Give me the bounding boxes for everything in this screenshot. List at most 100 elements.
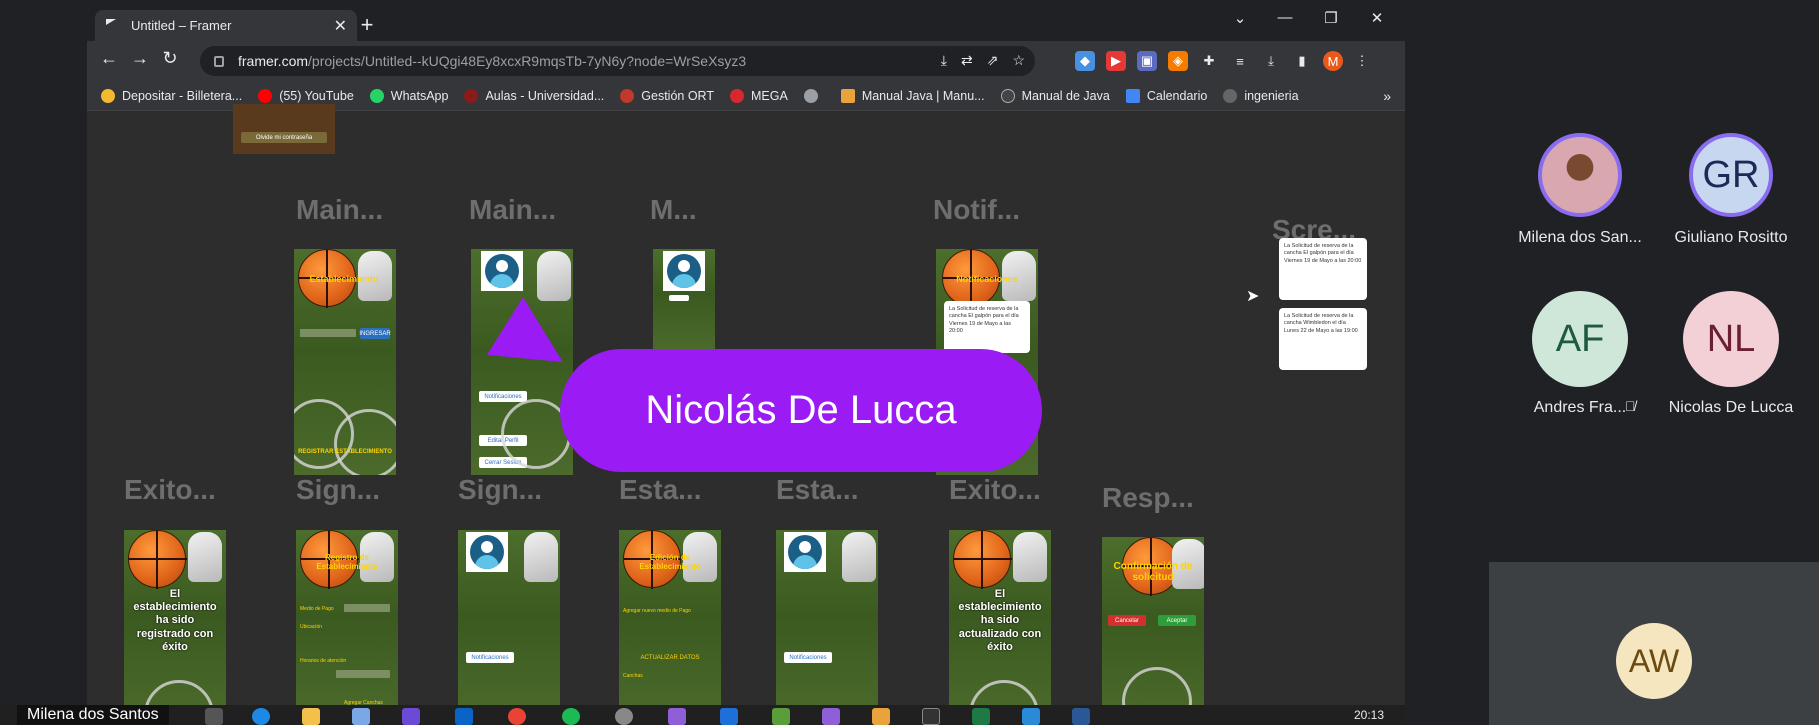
notificaciones-button[interactable]: Notificaciones xyxy=(466,652,514,663)
bookmark-item[interactable] xyxy=(803,88,825,103)
profile-avatar[interactable]: M xyxy=(1323,51,1343,71)
notification-card[interactable]: La Solicitud de reserva de la cancha El … xyxy=(1279,238,1367,300)
window-close-icon[interactable]: ✕ xyxy=(1357,9,1397,27)
screen-respuesta-solicitud[interactable]: Confirmación de solicitud Cancelar Acept… xyxy=(1102,537,1204,720)
install-icon[interactable]: ⤓ xyxy=(941,52,947,69)
ingresar-button[interactable]: INGRESAR xyxy=(359,328,391,339)
notification-card[interactable]: La Solicitud de reserva de la cancha El … xyxy=(944,301,1030,353)
new-tab-icon[interactable]: + xyxy=(355,12,379,38)
participant-tile[interactable]: Milena dos San... xyxy=(1515,133,1645,247)
visual-studio-icon[interactable] xyxy=(668,708,686,725)
spotify-icon[interactable] xyxy=(562,708,580,725)
word-icon[interactable] xyxy=(1072,708,1090,725)
store-icon[interactable] xyxy=(352,708,370,725)
task-view-icon[interactable] xyxy=(205,708,223,725)
frame-title[interactable]: Notif... xyxy=(933,194,1020,226)
participant-tile[interactable]: GR Giuliano Rositto xyxy=(1666,133,1796,247)
edge-icon[interactable] xyxy=(252,708,270,725)
visual-studio-2-icon[interactable] xyxy=(822,708,840,725)
bookmark-item[interactable]: WhatsApp xyxy=(369,88,449,103)
frame-title[interactable]: Main... xyxy=(469,194,556,226)
tab-framer[interactable]: Untitled – Framer ✕ xyxy=(95,10,357,41)
back-icon[interactable]: ← xyxy=(97,48,121,69)
participant-tile[interactable]: NL Nicolas De Lucca xyxy=(1666,291,1796,417)
screen-sign-profile[interactable]: Notificaciones Editar Perfil xyxy=(458,530,560,720)
restore-icon[interactable]: ❐ xyxy=(1311,9,1351,27)
screen-exito-registro[interactable]: El establecimiento ha sido registrado co… xyxy=(124,530,226,720)
medio-pago-select[interactable] xyxy=(344,604,390,612)
reload-icon[interactable]: ↻ xyxy=(158,48,182,69)
screen-esta-profile[interactable]: Notificaciones Editar Perfil xyxy=(776,530,878,720)
tab-search-icon[interactable]: ⌄ xyxy=(1220,9,1260,27)
frame-title[interactable]: Main... xyxy=(296,194,383,226)
screen-exito-actualizado[interactable]: El establecimiento ha sido actualizado c… xyxy=(949,530,1051,720)
translate-icon[interactable]: ⇄ xyxy=(961,52,973,69)
clock-app-icon[interactable] xyxy=(615,708,633,725)
vscode-icon[interactable] xyxy=(1022,708,1040,725)
frame-title[interactable]: Esta... xyxy=(776,474,858,506)
terminal-icon[interactable] xyxy=(922,708,940,725)
notificaciones-button[interactable]: Notificaciones xyxy=(784,652,832,663)
frame-title[interactable]: Resp... xyxy=(1102,482,1194,514)
bookmark-star-icon[interactable]: ☆ xyxy=(1012,52,1025,69)
teams-icon[interactable] xyxy=(402,708,420,725)
notif-heading: Notificaciones xyxy=(956,274,1018,284)
close-tab-icon[interactable]: ✕ xyxy=(334,16,347,36)
frame-title[interactable]: M... xyxy=(650,194,697,226)
bookmark-item[interactable]: ingenieria xyxy=(1223,88,1299,103)
chrome-icon[interactable] xyxy=(508,708,526,725)
bookmark-item[interactable]: Aulas - Universidad... xyxy=(464,88,604,103)
screen-main-3[interactable] xyxy=(653,249,715,349)
minimize-icon[interactable]: — xyxy=(1265,9,1305,26)
extension-shield-icon[interactable]: ◆ xyxy=(1075,51,1095,71)
cancelar-button[interactable]: Cancelar xyxy=(1108,615,1146,626)
extension-screen-icon[interactable]: ▣ xyxy=(1137,51,1157,71)
extension-metamask-icon[interactable]: ◈ xyxy=(1168,51,1188,71)
actualizar-datos-button[interactable]: ACTUALIZAR DATOS xyxy=(629,652,711,663)
screen-edicion-establecimiento[interactable]: Edición de Establecimiento Agregar nuevo… xyxy=(619,530,721,720)
extension-youtube-icon[interactable]: ▶ xyxy=(1106,51,1126,71)
screen-main-1[interactable]: Establecimiento INGRESAR REGISTRAR ESTAB… xyxy=(294,249,396,475)
bookmark-item[interactable]: (55) YouTube xyxy=(258,88,354,103)
file-explorer-icon[interactable] xyxy=(302,708,320,725)
bookmark-label: Calendario xyxy=(1146,88,1208,103)
address-bar[interactable]: framer.com /projects/Untitled--kUQgi48Ey… xyxy=(200,46,1035,76)
screen-heading: Establecimiento xyxy=(309,274,379,284)
notification-card[interactable]: La Solicitud de reserva de la cancha Wim… xyxy=(1279,308,1367,370)
frame-title[interactable]: Exito... xyxy=(124,474,216,506)
folder-app-icon[interactable] xyxy=(872,708,890,725)
participant-tile[interactable]: AF Andres Fra... 🎙̸ xyxy=(1515,291,1645,417)
notificaciones-button[interactable]: Notificaciones xyxy=(479,391,527,402)
extensions-puzzle-icon[interactable]: ✚ xyxy=(1199,51,1219,71)
media-control-icon[interactable]: ≡ xyxy=(1230,51,1250,71)
bookmark-item[interactable]: MEGA xyxy=(730,88,788,103)
app-icon[interactable] xyxy=(772,708,790,725)
bookmarks-overflow-icon[interactable]: » xyxy=(1383,88,1391,104)
forgot-password-button[interactable]: Olvide mi contraseña xyxy=(241,132,327,143)
forward-icon[interactable]: → xyxy=(128,48,152,69)
menu-kebab-icon[interactable]: ⋮ xyxy=(1352,51,1372,71)
frame-title[interactable]: Sign... xyxy=(296,474,380,506)
bookmark-item[interactable]: Depositar - Billetera... xyxy=(101,88,242,103)
bookmark-item[interactable]: Calendario xyxy=(1125,88,1208,103)
bookmark-item[interactable]: Manual de Java xyxy=(1000,88,1110,103)
input-field[interactable] xyxy=(300,329,356,337)
bookmark-label: WhatsApp xyxy=(390,88,449,103)
excel-icon[interactable] xyxy=(972,708,990,725)
frame-title[interactable]: Exito... xyxy=(949,474,1041,506)
side-panel-icon[interactable]: ▮ xyxy=(1292,51,1312,71)
aceptar-button[interactable]: Aceptar xyxy=(1158,615,1196,626)
calendar-app-icon[interactable] xyxy=(720,708,738,725)
mail-icon[interactable] xyxy=(455,708,473,725)
register-link[interactable]: REGISTRAR ESTABLECIMIENTO xyxy=(298,449,392,456)
screen-login-thumbnail[interactable]: Olvide mi contraseña xyxy=(233,104,335,154)
share-icon[interactable]: ⇗ xyxy=(987,52,999,69)
downloads-icon[interactable]: ⤓ xyxy=(1261,51,1281,71)
frame-title[interactable]: Esta... xyxy=(619,474,701,506)
bookmark-item[interactable]: Gestión ORT xyxy=(620,88,714,103)
horarios-field[interactable] xyxy=(336,670,390,678)
mini-button[interactable] xyxy=(669,295,689,301)
bookmark-item[interactable]: Manual Java | Manu... xyxy=(840,88,985,103)
frame-title[interactable]: Sign... xyxy=(458,474,542,506)
screen-registro-establecimiento[interactable]: Registro de Establecimiento Medio de Pag… xyxy=(296,530,398,720)
